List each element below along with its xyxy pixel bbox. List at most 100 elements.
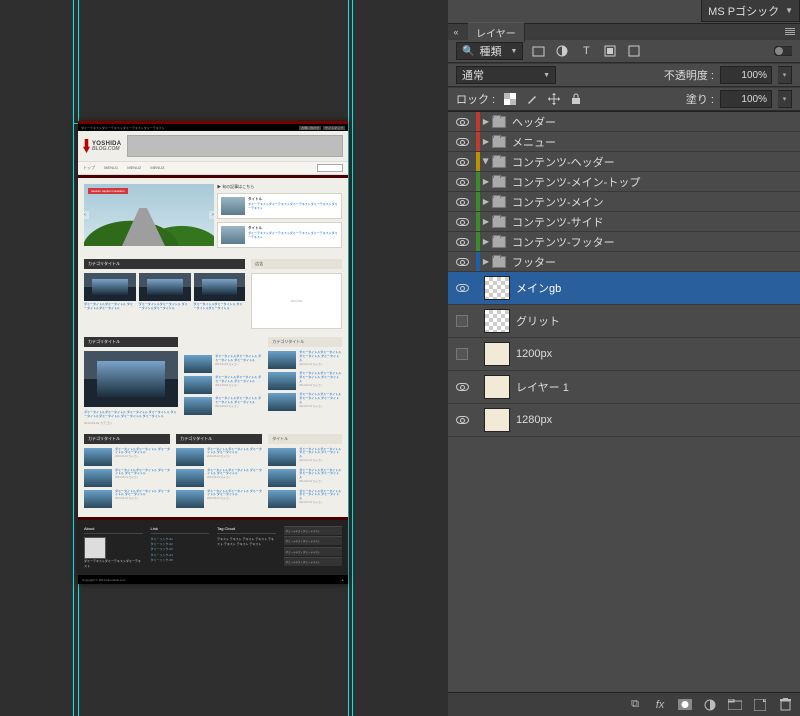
layer-thumbnail[interactable]	[484, 342, 510, 366]
fx-icon[interactable]: fx	[651, 696, 669, 714]
canvas-area[interactable]: ダミーテキストダミーテキストダミーテキストダミーテキスト お問い合わせ サイトマ…	[0, 0, 448, 716]
layer-group[interactable]: ▶ メニュー	[448, 132, 800, 152]
layer-group[interactable]: ▶ フッター	[448, 252, 800, 272]
opacity-dropdown-icon[interactable]: ▾	[778, 66, 792, 84]
filter-smart-icon[interactable]	[625, 43, 643, 60]
mask-icon[interactable]	[676, 696, 694, 714]
visibility-toggle[interactable]	[448, 112, 476, 131]
filter-shape-icon[interactable]	[601, 43, 619, 60]
filter-type-select[interactable]: 🔍 種類 ▼	[456, 42, 523, 60]
blend-mode-select[interactable]: 通常 ▼	[456, 66, 556, 84]
eye-icon	[456, 178, 469, 186]
folder-icon	[492, 236, 506, 248]
layer-item[interactable]: 1200px	[448, 338, 800, 371]
layer-item[interactable]: グリット	[448, 305, 800, 338]
card: ダミータイトルダミータイトル ダミータイトルダミータイトル	[139, 273, 191, 311]
filter-adjust-icon[interactable]	[553, 43, 571, 60]
layer-group[interactable]: ▶ コンテンツ-サイド	[448, 212, 800, 232]
eye-icon	[456, 383, 469, 391]
footer-title: Link	[151, 526, 210, 534]
folder-icon	[492, 116, 506, 128]
visibility-toggle[interactable]	[448, 172, 476, 191]
visibility-toggle[interactable]	[448, 348, 476, 360]
layer-group[interactable]: ▶ コンテンツ-ヘッダー	[448, 152, 800, 172]
lock-pixels-icon[interactable]	[523, 91, 541, 108]
layer-name[interactable]: ヘッダー	[510, 114, 800, 130]
layer-item[interactable]: 1280px	[448, 404, 800, 437]
link-layers-icon[interactable]: ⧉	[626, 696, 644, 714]
visibility-toggle[interactable]	[448, 192, 476, 211]
logo-line2: BLOG.COM	[92, 147, 121, 152]
disclosure-triangle-icon[interactable]: ▶	[480, 237, 492, 246]
group-icon[interactable]	[726, 696, 744, 714]
layer-item[interactable]: メインgb	[448, 272, 800, 305]
visibility-checkbox	[456, 348, 468, 360]
panel-collapse-icon[interactable]: «	[450, 27, 462, 37]
layer-group[interactable]: ▶ ヘッダー	[448, 112, 800, 132]
layer-name[interactable]: グリット	[516, 313, 560, 329]
layer-name[interactable]: コンテンツ-メイン	[510, 194, 800, 210]
logo: YOSHIDA BLOG.COM	[83, 139, 121, 153]
font-dropdown[interactable]: MS Pゴシック ▼	[701, 0, 800, 22]
layer-thumbnail[interactable]	[484, 309, 510, 333]
tab-layers[interactable]: レイヤー	[468, 22, 525, 42]
list-thumb-icon	[184, 376, 212, 394]
layer-item[interactable]: レイヤー 1	[448, 371, 800, 404]
disclosure-triangle-icon[interactable]: ▶	[480, 197, 492, 206]
filter-pixel-icon[interactable]	[529, 43, 547, 60]
visibility-toggle[interactable]	[448, 315, 476, 327]
layer-name[interactable]: 1280px	[516, 414, 552, 426]
list-item: ダミータイトルダミータイトル ダミータイトル ダミータイトル2013-03-01…	[268, 351, 342, 369]
disclosure-triangle-icon[interactable]: ▶	[480, 117, 492, 126]
visibility-toggle[interactable]	[448, 212, 476, 231]
nav-item: MENU2	[127, 165, 141, 170]
visibility-toggle[interactable]	[448, 383, 476, 391]
adjustment-icon[interactable]	[701, 696, 719, 714]
visibility-toggle[interactable]	[448, 284, 476, 292]
layer-thumbnail[interactable]	[484, 375, 510, 399]
big-thumb-icon	[84, 351, 178, 407]
filter-toggle[interactable]	[774, 43, 792, 60]
panel-menu-icon[interactable]	[785, 28, 795, 35]
layer-name[interactable]: 1200px	[516, 348, 552, 360]
visibility-toggle[interactable]	[448, 232, 476, 251]
filter-label: 種類	[479, 43, 501, 59]
blend-mode-value: 通常	[462, 67, 484, 83]
layer-name[interactable]: コンテンツ-サイド	[510, 214, 800, 230]
disclosure-triangle-icon[interactable]: ▶	[482, 156, 491, 168]
layer-thumbnail[interactable]	[484, 276, 510, 300]
trash-icon[interactable]	[776, 696, 794, 714]
document-comp[interactable]: ダミーテキストダミーテキストダミーテキストダミーテキスト お問い合わせ サイトマ…	[78, 121, 348, 584]
visibility-toggle[interactable]	[448, 416, 476, 424]
layer-group[interactable]: ▶ コンテンツ-メイン-トップ	[448, 172, 800, 192]
layer-name[interactable]: コンテンツ-フッター	[510, 234, 800, 250]
layer-name[interactable]: コンテンツ-ヘッダー	[510, 154, 800, 170]
fill-field[interactable]: 100%	[720, 90, 772, 108]
visibility-toggle[interactable]	[448, 152, 476, 171]
layer-group[interactable]: ▶ コンテンツ-メイン	[448, 192, 800, 212]
fill-dropdown-icon[interactable]: ▾	[778, 90, 792, 108]
new-layer-icon[interactable]	[751, 696, 769, 714]
layer-thumbnail[interactable]	[484, 408, 510, 432]
lock-transparent-icon[interactable]	[501, 91, 519, 108]
disclosure-triangle-icon[interactable]: ▶	[480, 137, 492, 146]
disclosure-triangle-icon[interactable]: ▶	[480, 257, 492, 266]
visibility-toggle[interactable]	[448, 132, 476, 151]
panel-footer: ⧉ fx	[448, 692, 800, 716]
disclosure-triangle-icon[interactable]: ▶	[480, 217, 492, 226]
layer-name[interactable]: レイヤー 1	[516, 379, 569, 395]
lock-all-icon[interactable]	[567, 91, 585, 108]
layer-name[interactable]: メインgb	[516, 280, 561, 296]
list-item: ダミータイトルダミータイトル ダミータイトル ダミータイトル2013-03-01…	[268, 393, 342, 411]
lock-position-icon[interactable]	[545, 91, 563, 108]
disclosure-triangle-icon[interactable]: ▶	[480, 177, 492, 186]
footer-news: ダミーテキストダミーテキスト	[284, 536, 343, 545]
visibility-toggle[interactable]	[448, 252, 476, 271]
nav-search	[317, 164, 343, 172]
layer-name[interactable]: メニュー	[510, 134, 800, 150]
opacity-field[interactable]: 100%	[720, 66, 772, 84]
filter-type-icon[interactable]: T	[577, 43, 595, 60]
layer-name[interactable]: コンテンツ-メイン-トップ	[510, 174, 800, 190]
layer-name[interactable]: フッター	[510, 254, 800, 270]
layer-group[interactable]: ▶ コンテンツ-フッター	[448, 232, 800, 252]
